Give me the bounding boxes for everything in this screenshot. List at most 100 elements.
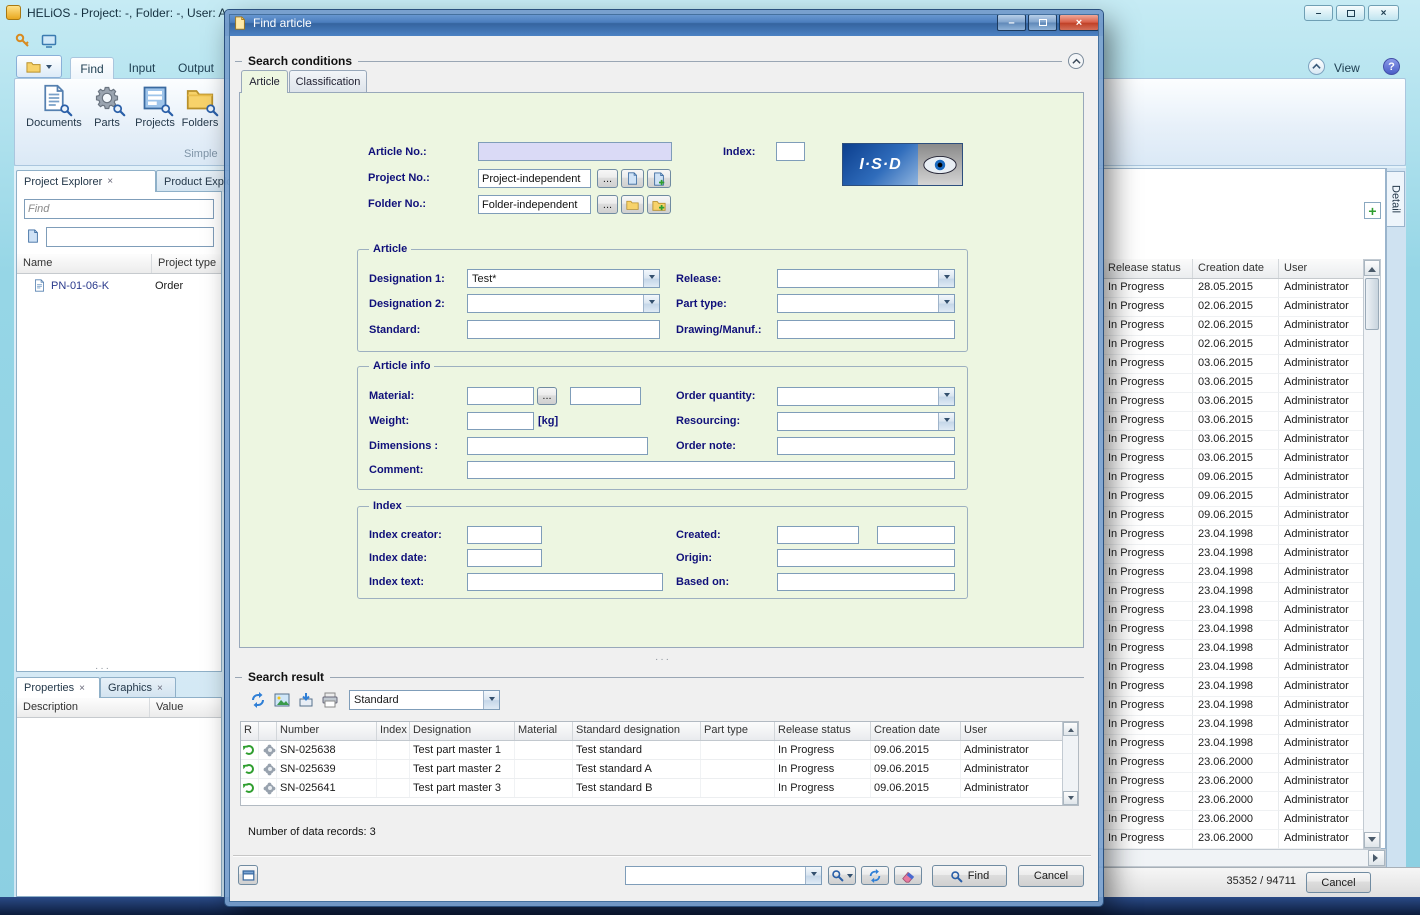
- table-row[interactable]: In Progress23.06.2000Administrator: [1103, 830, 1363, 849]
- table-row[interactable]: In Progress23.04.1998Administrator: [1103, 659, 1363, 678]
- scroll-down-icon[interactable]: [1063, 791, 1078, 805]
- table-row[interactable]: In Progress23.04.1998Administrator: [1103, 621, 1363, 640]
- index-creator-input[interactable]: [467, 526, 542, 544]
- column-header[interactable]: Material: [515, 722, 573, 740]
- table-row[interactable]: In Progress23.04.1998Administrator: [1103, 602, 1363, 621]
- folder-no-input[interactable]: [478, 195, 591, 214]
- app-menu-button[interactable]: [16, 55, 62, 78]
- table-row[interactable]: In Progress03.06.2015Administrator: [1103, 412, 1363, 431]
- refresh-results-icon[interactable]: [247, 689, 269, 710]
- part-type-combo[interactable]: [777, 294, 955, 313]
- close-icon[interactable]: ×: [107, 176, 113, 187]
- result-row[interactable]: SN-025639Test part master 2Test standard…: [241, 760, 1078, 779]
- order-quantity-combo[interactable]: [777, 387, 955, 406]
- table-row[interactable]: In Progress23.04.1998Administrator: [1103, 735, 1363, 754]
- drawing-manuf-input[interactable]: [777, 320, 955, 339]
- close-icon[interactable]: ×: [79, 683, 85, 694]
- origin-input[interactable]: [777, 549, 955, 567]
- index-text-input[interactable]: [467, 573, 663, 591]
- result-row[interactable]: SN-025641Test part master 3Test standard…: [241, 779, 1078, 798]
- dimensions-input[interactable]: [467, 437, 648, 455]
- table-row[interactable]: In Progress28.05.2015Administrator: [1103, 279, 1363, 298]
- tab-properties[interactable]: Properties×: [16, 677, 100, 698]
- column-header[interactable]: Index: [377, 722, 410, 740]
- table-row[interactable]: In Progress23.04.1998Administrator: [1103, 526, 1363, 545]
- chevron-down-icon[interactable]: [643, 295, 659, 312]
- tab-project-explorer[interactable]: Project Explorer×: [16, 170, 156, 192]
- scroll-up-icon[interactable]: [1364, 260, 1380, 276]
- comment-input[interactable]: [467, 461, 955, 479]
- ribbon-item-projects[interactable]: Projects: [131, 84, 179, 129]
- scroll-right-icon[interactable]: [1368, 850, 1385, 866]
- table-row[interactable]: In Progress23.06.2000Administrator: [1103, 811, 1363, 830]
- main-close-button[interactable]: ×: [1368, 5, 1399, 21]
- ribbon-item-documents[interactable]: Documents: [26, 84, 82, 129]
- release-combo[interactable]: [777, 269, 955, 288]
- main-minimize-button[interactable]: –: [1304, 5, 1333, 21]
- help-icon[interactable]: ?: [1383, 58, 1400, 75]
- result-view-combo[interactable]: Standard: [349, 690, 500, 710]
- project-document-button[interactable]: [621, 169, 644, 188]
- scroll-down-icon[interactable]: [1364, 832, 1380, 848]
- table-row[interactable]: In Progress03.06.2015Administrator: [1103, 374, 1363, 393]
- weight-input[interactable]: [467, 412, 534, 430]
- folder-open-button[interactable]: [621, 195, 644, 214]
- table-row[interactable]: In Progress02.06.2015Administrator: [1103, 298, 1363, 317]
- chevron-down-icon[interactable]: [483, 691, 499, 709]
- result-row[interactable]: SN-025638Test part master 1Test standard…: [241, 741, 1078, 760]
- table-row[interactable]: In Progress03.06.2015Administrator: [1103, 450, 1363, 469]
- dialog-minimize-button[interactable]: –: [997, 14, 1026, 31]
- table-row[interactable]: In Progress23.06.2000Administrator: [1103, 754, 1363, 773]
- key-icon[interactable]: [14, 32, 32, 50]
- ribbon-tab-input[interactable]: Input: [118, 57, 166, 79]
- index-input[interactable]: [776, 142, 805, 161]
- close-icon[interactable]: ×: [157, 683, 163, 694]
- column-header[interactable]: Release status: [775, 722, 871, 740]
- folder-new-button[interactable]: [647, 195, 671, 214]
- designation1-combo[interactable]: Test*: [467, 269, 660, 288]
- designation2-combo[interactable]: [467, 294, 660, 313]
- horizontal-scrollbar[interactable]: [1098, 849, 1386, 867]
- table-row[interactable]: In Progress23.04.1998Administrator: [1103, 678, 1363, 697]
- scrollbar-thumb[interactable]: [1365, 278, 1379, 330]
- main-cancel-button[interactable]: Cancel: [1306, 872, 1371, 893]
- column-header-release-status[interactable]: Release status: [1103, 259, 1193, 278]
- find-button[interactable]: Find: [932, 865, 1007, 887]
- detail-window-button[interactable]: [238, 865, 258, 885]
- index-date-input[interactable]: [467, 549, 542, 567]
- document-filter-icon[interactable]: [25, 228, 41, 244]
- ribbon-tab-output[interactable]: Output: [168, 57, 224, 79]
- tab-detail[interactable]: Detail: [1386, 171, 1405, 227]
- table-row[interactable]: In Progress02.06.2015Administrator: [1103, 317, 1363, 336]
- graphic-preview-icon[interactable]: [271, 689, 293, 710]
- project-browse-button[interactable]: ...: [597, 169, 618, 188]
- explorer-filter-input[interactable]: [46, 227, 214, 247]
- saved-search-combo[interactable]: [625, 866, 822, 885]
- splitter-handle[interactable]: ···: [95, 663, 111, 674]
- column-header-name[interactable]: Name: [17, 254, 152, 273]
- article-no-input[interactable]: [478, 142, 672, 161]
- table-row[interactable]: In Progress23.06.2000Administrator: [1103, 792, 1363, 811]
- chevron-down-icon[interactable]: [938, 270, 954, 287]
- section-splitter[interactable]: ···: [640, 654, 686, 665]
- tab-article[interactable]: Article: [241, 70, 288, 93]
- explorer-find-input[interactable]: [24, 199, 214, 219]
- material2-input[interactable]: [570, 387, 641, 405]
- column-header-value[interactable]: Value: [150, 698, 221, 717]
- standard-input[interactable]: [467, 320, 660, 339]
- chevron-down-icon[interactable]: [938, 295, 954, 312]
- main-maximize-button[interactable]: [1336, 5, 1365, 21]
- column-header[interactable]: User: [961, 722, 1063, 740]
- result-scrollbar[interactable]: [1062, 722, 1078, 805]
- table-row[interactable]: In Progress23.04.1998Administrator: [1103, 545, 1363, 564]
- add-icon[interactable]: +: [1364, 202, 1381, 219]
- based-on-input[interactable]: [777, 573, 955, 591]
- column-header[interactable]: R: [241, 722, 259, 740]
- column-header[interactable]: Part type: [701, 722, 775, 740]
- monitor-icon[interactable]: [40, 32, 58, 50]
- dialog-maximize-button[interactable]: [1028, 14, 1057, 31]
- chevron-down-icon[interactable]: [938, 388, 954, 405]
- tab-classification[interactable]: Classification: [289, 70, 367, 93]
- explorer-row[interactable]: PN-01-06-K Order: [17, 276, 221, 295]
- column-header[interactable]: [259, 722, 277, 740]
